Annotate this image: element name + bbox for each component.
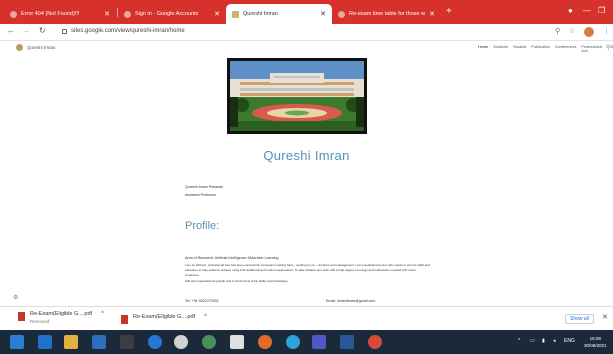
menu-kebab-icon[interactable]: ⋮ — [603, 27, 610, 35]
close-icon[interactable]: ✕ — [214, 11, 220, 18]
app-icon[interactable] — [92, 335, 106, 349]
new-tab-plus-icon[interactable]: + — [446, 7, 452, 17]
download-filename: Re-Exam(Eligible G....pdf — [133, 314, 196, 320]
windows-taskbar: ^ ▭ ▮ ◂ ENG 16:08 30/08/2021 — [0, 330, 613, 354]
name-line: Qureshi Imran Pirbasab — [185, 185, 223, 189]
campus-illustration — [230, 61, 364, 131]
bio-line-4: skill and organizational growth and to d… — [185, 279, 289, 283]
tab-label: Error 404 (Not Found)!!! — [21, 11, 80, 17]
download-filename: Re-Exam(Eligible G....pdf — [30, 311, 93, 317]
pdf-icon — [121, 315, 128, 324]
download-status: Removed — [30, 319, 50, 324]
system-clock[interactable]: 16:08 30/08/2021 — [584, 335, 607, 349]
app-icon[interactable] — [120, 335, 134, 349]
download-item[interactable]: Re-Exam(Eligible G....pdf Removed ^ — [18, 311, 104, 324]
windows-start-icon[interactable] — [10, 335, 24, 349]
nav-item-student[interactable]: Student — [513, 45, 526, 53]
tab-label: Qureshi Imran — [243, 11, 278, 17]
tray-chevron-icon[interactable]: ^ — [518, 338, 520, 344]
bio-line-2: education to help students achieve using… — [185, 268, 416, 272]
word-icon[interactable] — [340, 335, 354, 349]
nav-item-conferences[interactable]: Conferences — [555, 45, 577, 53]
network-icon[interactable]: ▭ — [530, 338, 535, 344]
bookmark-star-icon[interactable]: ☆ — [569, 27, 575, 35]
chrome-icon[interactable] — [368, 335, 382, 349]
tab-label: Sign in - Google Accounts — [135, 11, 199, 17]
file-explorer-icon[interactable] — [64, 335, 78, 349]
chevron-up-icon[interactable]: ^ — [204, 314, 207, 320]
close-icon[interactable]: ✕ — [104, 11, 110, 18]
close-icon[interactable]: ✕ — [602, 313, 608, 321]
tab-favicon-icon — [338, 10, 345, 18]
bio-line-3: to achieve. — [185, 273, 200, 277]
nav-item-publication[interactable]: Publication — [531, 45, 550, 53]
download-item[interactable]: Re-Exam(Eligible G....pdf ^ — [121, 314, 207, 324]
telephone: Tel: +91 9021070302 — [185, 299, 219, 303]
show-all-button[interactable]: Show all — [565, 314, 594, 324]
pdf-icon — [18, 312, 25, 321]
internet-explorer-icon[interactable] — [38, 335, 52, 349]
minimize-icon[interactable]: — — [583, 6, 591, 15]
maximize-icon[interactable]: ❐ — [598, 6, 605, 15]
tab-label: Re-exam time table for those w — [349, 11, 426, 17]
app-icon[interactable] — [230, 335, 244, 349]
tab-strip: Error 404 (Not Found)!!! ✕ Sign in - Goo… — [0, 0, 613, 24]
designation: Assistant Professor — [185, 193, 216, 197]
tab-favicon-icon — [10, 10, 17, 18]
tab-qureshi-imran[interactable]: Qureshi Imran ✕ — [226, 4, 332, 24]
bio-line-1: I am an efficient, professional who has … — [185, 263, 430, 267]
url-bar[interactable]: sites.google.com/view/qureshi-imran/home — [71, 28, 185, 34]
nav-item-professional[interactable]: Professional Ach — [581, 45, 605, 53]
forward-arrow-icon[interactable]: → — [22, 26, 30, 35]
chevron-up-icon[interactable]: ^ — [101, 311, 104, 317]
edge-icon[interactable] — [286, 335, 300, 349]
search-icon[interactable]: ⚲ — [606, 44, 610, 51]
clock-time: 16:08 — [589, 336, 601, 341]
teams-icon[interactable] — [312, 335, 326, 349]
site-nav: Home Students Student Publication Confer… — [478, 45, 613, 53]
lock-icon — [62, 29, 67, 34]
clock-date: 30/08/2021 — [584, 343, 607, 348]
close-icon[interactable]: ✕ — [429, 11, 435, 18]
language-indicator[interactable]: ENG — [564, 338, 575, 344]
campus-photo — [227, 58, 367, 134]
profile-heading: Profile: — [185, 220, 220, 232]
page-title: Qureshi Imran — [263, 148, 350, 163]
site-header: Qureshi Imran Home Students Student Publ… — [0, 41, 613, 55]
firefox-icon[interactable] — [258, 335, 272, 349]
google-icon — [124, 10, 131, 18]
app-icon[interactable] — [202, 335, 216, 349]
site-favicon-icon — [232, 10, 239, 18]
email[interactable]: Email: imranitimas@gmail.com — [326, 299, 375, 303]
tab-re-exam[interactable]: Re-exam time table for those w ✕ — [332, 4, 440, 24]
reload-icon[interactable]: ↻ — [39, 26, 46, 35]
tab-error-404[interactable]: Error 404 (Not Found)!!! ✕ — [4, 4, 116, 24]
site-title[interactable]: Qureshi Imran — [27, 45, 56, 50]
back-arrow-icon[interactable]: ← — [7, 26, 15, 35]
tab-sign-in[interactable]: Sign in - Google Accounts ✕ — [118, 4, 226, 24]
address-toolbar: ← → ↻ sites.google.com/view/qureshi-imra… — [0, 24, 613, 41]
site-logo[interactable] — [16, 44, 23, 51]
battery-icon[interactable]: ▮ — [542, 338, 545, 344]
gear-icon[interactable]: ⚙ — [13, 294, 18, 301]
research-area: Area of Research: Artificial Intelligenc… — [185, 256, 279, 260]
record-icon[interactable]: ● — [568, 6, 573, 15]
zoom-search-icon[interactable]: ⚲ — [555, 27, 560, 35]
app-icon[interactable] — [174, 335, 188, 349]
nav-item-home[interactable]: Home — [478, 45, 488, 53]
close-icon[interactable]: ✕ — [320, 11, 326, 18]
volume-icon[interactable]: ◂ — [553, 338, 556, 344]
download-shelf: Re-Exam(Eligible G....pdf Removed ^ Re-E… — [0, 306, 613, 330]
media-player-icon[interactable] — [148, 335, 162, 349]
nav-item-students[interactable]: Students — [493, 45, 508, 53]
profile-avatar[interactable] — [584, 27, 594, 37]
